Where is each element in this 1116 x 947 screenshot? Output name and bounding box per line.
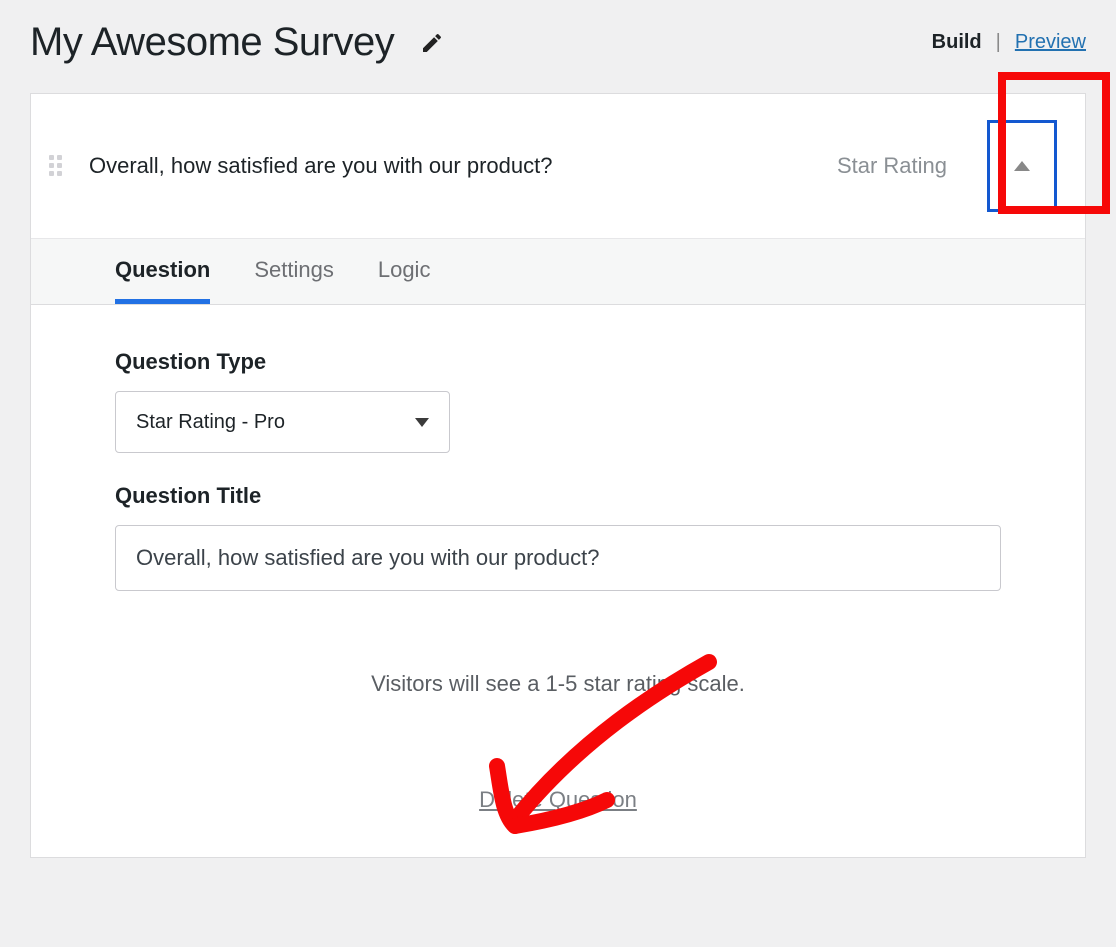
delete-question-link[interactable]: Delete Question [115, 787, 1001, 813]
question-type-label: Star Rating [837, 153, 947, 179]
header-left: My Awesome Survey [30, 20, 444, 65]
question-card: Overall, how satisfied are you with our … [30, 93, 1086, 858]
tab-settings[interactable]: Settings [254, 239, 334, 304]
divider: | [996, 31, 1001, 54]
page-header: My Awesome Survey Build | Preview [30, 20, 1086, 65]
preview-link[interactable]: Preview [1015, 31, 1086, 54]
tab-logic[interactable]: Logic [378, 239, 431, 304]
question-card-header: Overall, how satisfied are you with our … [31, 94, 1085, 238]
tab-question[interactable]: Question [115, 239, 210, 304]
question-type-select[interactable]: Star Rating - Pro [115, 391, 450, 453]
field-question-title: Question Title [115, 483, 1001, 591]
question-title-input[interactable] [115, 525, 1001, 591]
chevron-up-icon [1014, 161, 1030, 171]
chevron-down-icon [415, 418, 429, 427]
edit-title-icon[interactable] [420, 31, 444, 55]
tab-strip: Question Settings Logic [31, 238, 1085, 305]
page-title: My Awesome Survey [30, 20, 394, 65]
collapse-toggle-button[interactable] [987, 120, 1057, 212]
drag-handle-icon[interactable] [49, 155, 69, 177]
question-type-value: Star Rating - Pro [136, 411, 285, 434]
rating-hint-text: Visitors will see a 1-5 star rating scal… [115, 671, 1001, 697]
field-question-type: Question Type Star Rating - Pro [115, 349, 1001, 453]
question-title-field-label: Question Title [115, 483, 1001, 509]
tab-build[interactable]: Build [932, 31, 982, 54]
question-summary-text: Overall, how satisfied are you with our … [89, 153, 817, 179]
question-type-field-label: Question Type [115, 349, 1001, 375]
header-right: Build | Preview [932, 31, 1086, 54]
question-card-body: Question Type Star Rating - Pro Question… [31, 305, 1085, 857]
